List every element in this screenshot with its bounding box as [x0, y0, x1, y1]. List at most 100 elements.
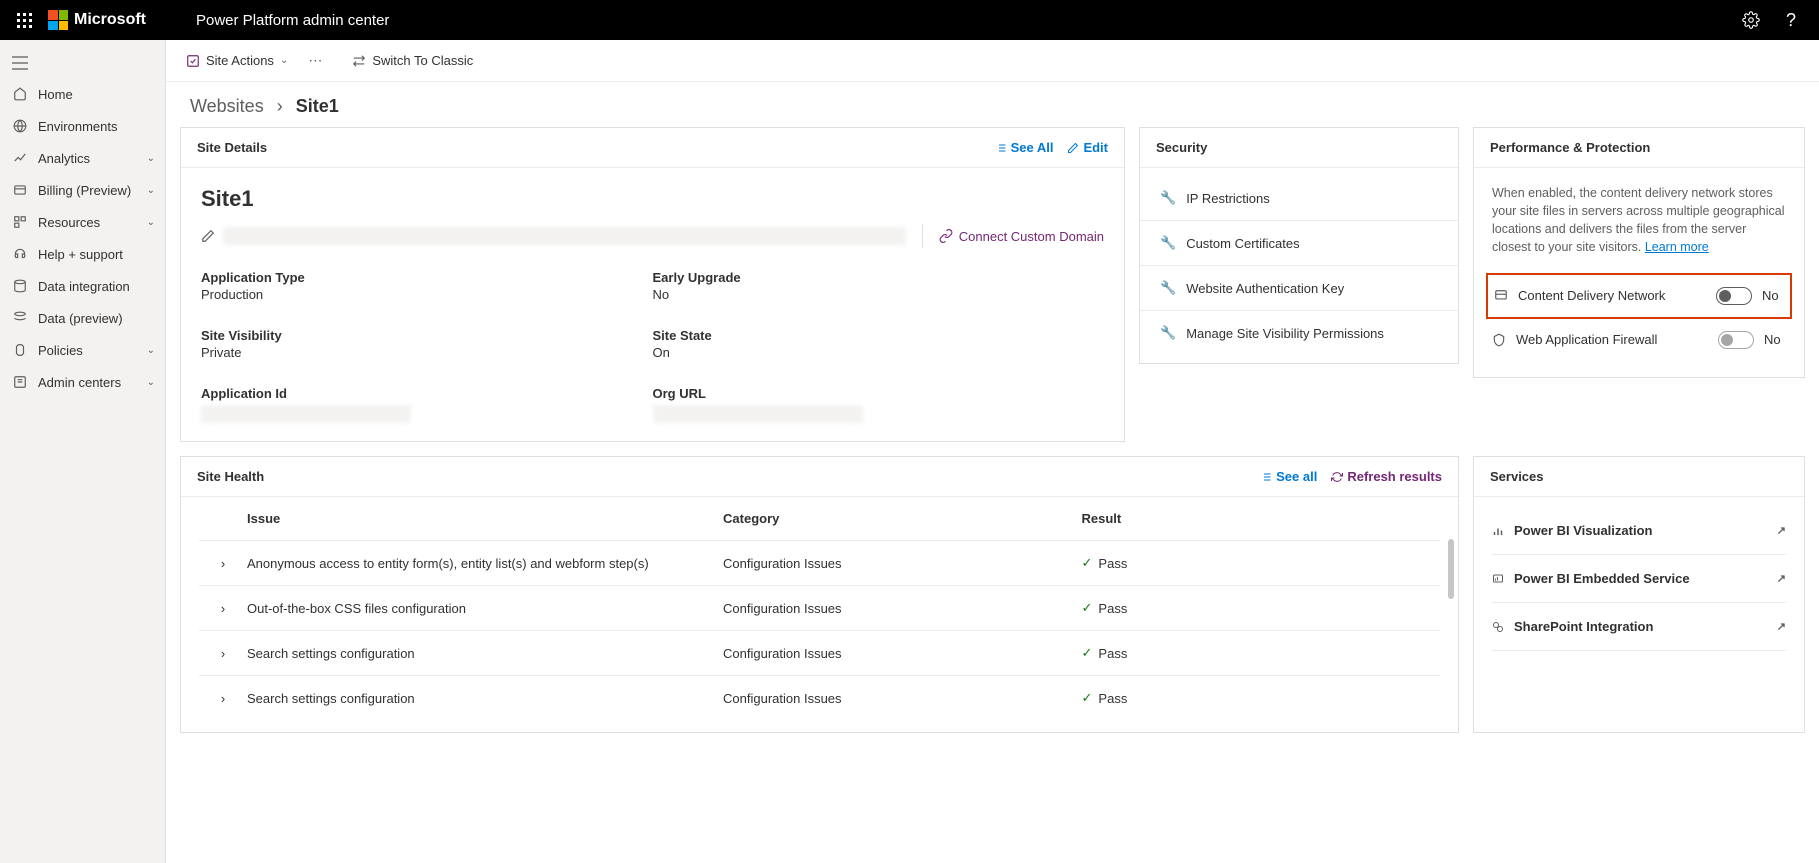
cdn-toggle[interactable] — [1716, 287, 1752, 305]
col-category: Category — [723, 511, 1081, 526]
sharepoint-icon — [1492, 621, 1504, 633]
breadcrumb-parent[interactable]: Websites — [190, 96, 264, 116]
svc-label: Power BI Visualization — [1514, 523, 1652, 538]
field-label: Early Upgrade — [653, 270, 1105, 285]
wrench-icon: 🔧 — [1160, 190, 1176, 206]
expand-row-button[interactable]: › — [199, 646, 247, 661]
wrench-icon: 🔧 — [1160, 280, 1176, 296]
field-label: Application Id — [201, 386, 653, 401]
learn-more-link[interactable]: Learn more — [1645, 240, 1709, 254]
svc-label: Power BI Embedded Service — [1514, 571, 1690, 586]
nav-policies[interactable]: Policies ⌄ — [0, 334, 165, 366]
card-title: Performance & Protection — [1490, 140, 1650, 155]
table-row: › Search settings configuration Configur… — [199, 676, 1440, 720]
table-row: › Search settings configuration Configur… — [199, 631, 1440, 676]
field-label: Application Type — [201, 270, 653, 285]
chevron-down-icon: ⌄ — [147, 185, 155, 196]
chevron-right-icon: › — [221, 556, 225, 571]
pencil-icon[interactable] — [201, 229, 215, 243]
settings-icon[interactable] — [1739, 8, 1763, 32]
issue-cell: Anonymous access to entity form(s), enti… — [247, 556, 723, 571]
data-icon — [12, 278, 28, 294]
nav-admin-centers[interactable]: Admin centers ⌄ — [0, 366, 165, 398]
nav-home[interactable]: Home — [0, 78, 165, 110]
sec-label: Manage Site Visibility Permissions — [1186, 326, 1384, 341]
billing-icon — [12, 182, 28, 198]
shield-icon — [1492, 333, 1506, 347]
perf-description: When enabled, the content delivery netwo… — [1492, 186, 1785, 254]
nav-resources[interactable]: Resources ⌄ — [0, 206, 165, 238]
breadcrumb: Websites › Site1 — [166, 82, 1819, 127]
expand-row-button[interactable]: › — [199, 691, 247, 706]
performance-protection-card: Performance & Protection When enabled, t… — [1473, 127, 1805, 378]
bar-chart-icon — [1492, 525, 1504, 537]
site-actions-button[interactable]: Site Actions ⌄ — [186, 53, 288, 68]
app-launcher-icon[interactable] — [8, 4, 40, 36]
main-content: Site Actions ⌄ ⋯ Switch To Classic Websi… — [166, 40, 1819, 863]
security-card: Security 🔧 IP Restrictions 🔧 Custom Cert… — [1139, 127, 1459, 364]
card-title: Site Health — [197, 469, 264, 484]
nav-billing[interactable]: Billing (Preview) ⌄ — [0, 174, 165, 206]
nav-label: Analytics — [38, 151, 90, 166]
nav-data-preview[interactable]: Data (preview) — [0, 302, 165, 334]
sec-label: Website Authentication Key — [1186, 281, 1344, 296]
cdn-row: Content Delivery Network No — [1486, 273, 1792, 319]
command-bar: Site Actions ⌄ ⋯ Switch To Classic — [166, 40, 1819, 82]
result-cell: Pass — [1098, 646, 1127, 661]
see-all-link[interactable]: See All — [995, 140, 1054, 155]
issue-cell: Out-of-the-box CSS files configuration — [247, 601, 723, 616]
cmd-label: Switch To Classic — [372, 53, 473, 68]
edit-link[interactable]: Edit — [1067, 140, 1108, 155]
field-value: Private — [201, 345, 653, 360]
app-id-redacted — [201, 405, 411, 423]
chart-icon — [12, 150, 28, 166]
swap-icon — [352, 54, 366, 68]
service-powerbi-embedded[interactable]: Power BI Embedded Service ↗ — [1492, 555, 1786, 603]
policies-icon — [12, 342, 28, 358]
switch-classic-button[interactable]: Switch To Classic — [352, 53, 473, 68]
help-icon[interactable]: ? — [1779, 8, 1803, 32]
table-row: › Anonymous access to entity form(s), en… — [199, 541, 1440, 586]
field-value: No — [653, 287, 1105, 302]
security-auth-key[interactable]: 🔧 Website Authentication Key — [1140, 266, 1458, 311]
expand-row-button[interactable]: › — [199, 601, 247, 616]
nav-label: Data integration — [38, 279, 130, 294]
globe-icon — [12, 118, 28, 134]
nav-environments[interactable]: Environments — [0, 110, 165, 142]
sidebar-toggle[interactable] — [0, 48, 165, 78]
chevron-right-icon: › — [221, 646, 225, 661]
checkbox-icon — [186, 54, 200, 68]
expand-row-button[interactable]: › — [199, 556, 247, 571]
refresh-results-link[interactable]: Refresh results — [1331, 469, 1442, 484]
nav-help[interactable]: Help + support — [0, 238, 165, 270]
external-link-icon: ↗ — [1777, 524, 1786, 537]
site-health-card: Site Health See all Refresh results — [180, 456, 1459, 733]
health-see-all-link[interactable]: See all — [1260, 469, 1317, 484]
security-ip-restrictions[interactable]: 🔧 IP Restrictions — [1140, 176, 1458, 221]
connect-custom-domain-link[interactable]: Connect Custom Domain — [939, 224, 1104, 248]
nav-label: Billing (Preview) — [38, 183, 131, 198]
security-visibility-permissions[interactable]: 🔧 Manage Site Visibility Permissions — [1140, 311, 1458, 355]
nav-label: Data (preview) — [38, 311, 123, 326]
chevron-right-icon: › — [221, 601, 225, 616]
nav-data-integration[interactable]: Data integration — [0, 270, 165, 302]
more-actions-button[interactable]: ⋯ — [308, 52, 322, 69]
table-row: › Out-of-the-box CSS files configuration… — [199, 586, 1440, 631]
nav-analytics[interactable]: Analytics ⌄ — [0, 142, 165, 174]
scrollbar[interactable] — [1448, 539, 1454, 599]
check-icon: ✓ — [1082, 690, 1093, 706]
wrench-icon: 🔧 — [1160, 325, 1176, 341]
nav-label: Help + support — [38, 247, 123, 262]
field-value: On — [653, 345, 1105, 360]
sidebar: Home Environments Analytics ⌄ Billing (P… — [0, 40, 166, 863]
top-bar: Microsoft Power Platform admin center ? — [0, 0, 1819, 40]
security-custom-certificates[interactable]: 🔧 Custom Certificates — [1140, 221, 1458, 266]
service-powerbi-viz[interactable]: Power BI Visualization ↗ — [1492, 507, 1786, 555]
breadcrumb-current: Site1 — [296, 96, 339, 116]
chevron-down-icon: ⌄ — [147, 377, 155, 388]
field-label: Org URL — [653, 386, 1105, 401]
service-sharepoint[interactable]: SharePoint Integration ↗ — [1492, 603, 1786, 651]
chevron-down-icon: ⌄ — [147, 153, 155, 164]
col-issue: Issue — [247, 511, 723, 526]
embed-icon — [1492, 573, 1504, 585]
